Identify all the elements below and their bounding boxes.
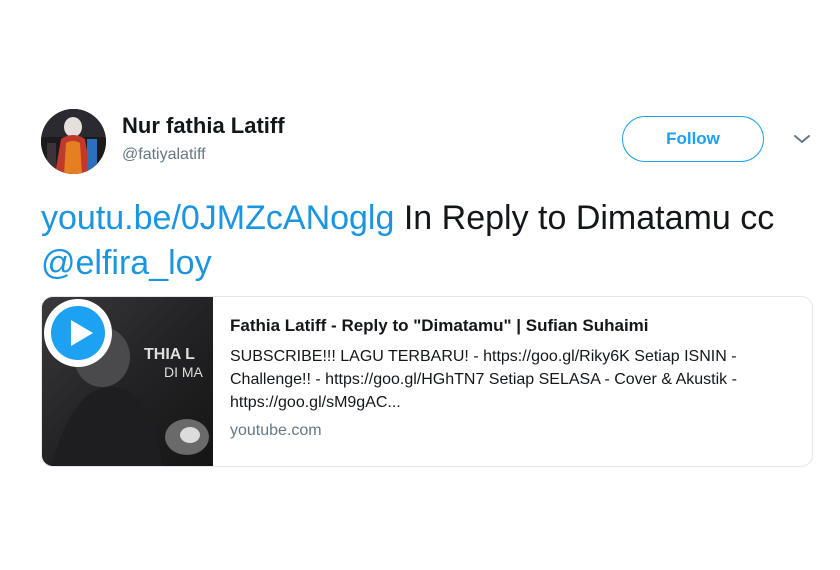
card-domain: youtube.com xyxy=(230,422,322,439)
link-card[interactable]: THIA L DI MA Fathia Latiff - Reply to "D… xyxy=(41,296,813,467)
card-description: SUBSCRIBE!!! LAGU TERBARU! - https://goo… xyxy=(230,348,737,411)
user-handle[interactable]: @fatiyalatiff xyxy=(122,146,206,164)
avatar[interactable] xyxy=(41,109,106,174)
thumbnail-caption-line2: DI MA xyxy=(164,364,204,380)
video-thumbnail[interactable]: THIA L DI MA xyxy=(42,297,213,466)
card-body: Fathia Latiff - Reply to "Dimatamu" | Su… xyxy=(213,297,812,466)
card-title[interactable]: Fathia Latiff - Reply to "Dimatamu" | Su… xyxy=(230,315,794,337)
play-icon[interactable] xyxy=(42,297,114,369)
mention-link[interactable]: @elfira_loy xyxy=(41,244,212,282)
tweet: Nur fathia Latiff @fatiyalatiff Follow y… xyxy=(0,0,840,570)
tweet-text: youtu.be/0JMZcANoglg In Reply to Dimatam… xyxy=(41,196,811,286)
display-name[interactable]: Nur fathia Latiff xyxy=(122,113,285,139)
tweet-link[interactable]: youtu.be/0JMZcANoglg xyxy=(41,199,394,237)
follow-button[interactable]: Follow xyxy=(622,116,764,162)
thumbnail-caption-line1: THIA L xyxy=(144,346,195,363)
avatar-image xyxy=(41,109,106,174)
chevron-down-icon[interactable] xyxy=(792,132,812,146)
tweet-body-text: In Reply to Dimatamu cc xyxy=(394,199,775,237)
